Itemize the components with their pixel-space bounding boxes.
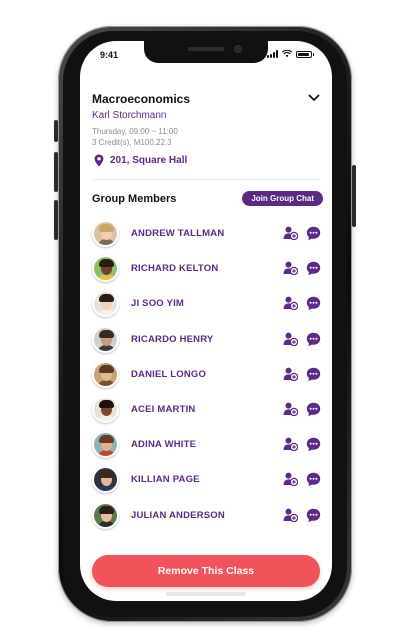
add-member-icon[interactable] — [283, 226, 299, 241]
member-name[interactable]: KILLIAN PAGE — [131, 474, 200, 485]
chat-bubble-icon[interactable] — [306, 508, 321, 523]
member-name[interactable]: ANDREW TALLMAN — [131, 228, 224, 239]
course-title: Macroeconomics — [92, 92, 191, 106]
member-name[interactable]: DANIEL LONGO — [131, 369, 206, 380]
speaker — [188, 47, 224, 51]
add-member-icon[interactable] — [283, 296, 299, 311]
member-row[interactable]: RICARDO HENRY — [80, 322, 332, 357]
member-name[interactable]: ACEI MARTIN — [131, 404, 195, 415]
member-avatar[interactable] — [92, 290, 119, 318]
status-time: 9:41 — [100, 50, 119, 60]
add-member-icon[interactable] — [283, 332, 299, 346]
side-button-right — [352, 165, 356, 227]
chat-bubble-icon[interactable] — [306, 367, 321, 382]
add-member-icon[interactable] — [283, 472, 299, 487]
member-avatar[interactable] — [92, 466, 119, 494]
member-avatar[interactable] — [92, 501, 119, 529]
chat-bubble-icon[interactable] — [306, 437, 321, 452]
chat-bubble-icon[interactable] — [306, 296, 321, 311]
location-text: 201, Square Hall — [110, 155, 188, 166]
add-member-icon[interactable] — [283, 402, 299, 417]
camera — [235, 46, 241, 52]
member-row[interactable]: ANDREW TALLMAN — [80, 216, 332, 251]
side-button-left — [54, 152, 58, 192]
member-row[interactable]: ACEI MARTIN — [80, 392, 332, 427]
member-avatar[interactable] — [92, 360, 119, 388]
member-row[interactable]: RICHARD KELTON — [80, 251, 332, 286]
member-name[interactable]: ADINA WHITE — [131, 439, 196, 450]
member-avatar[interactable] — [92, 255, 119, 283]
notch — [144, 41, 268, 63]
add-member-icon[interactable] — [283, 261, 299, 276]
side-button-left — [54, 200, 58, 240]
chevron-down-icon[interactable] — [308, 94, 320, 102]
member-name[interactable]: JI SOO YIM — [131, 298, 184, 309]
signal-icon — [267, 50, 278, 58]
course-schedule: Thursday, 09:00 ~ 11:00 3 Credit(s), M10… — [92, 126, 178, 148]
app-screen: 9:41 Macroeconomics Karl Storchmann Thur… — [80, 41, 332, 601]
add-member-icon[interactable] — [283, 437, 299, 452]
side-button-left — [54, 120, 58, 142]
chat-bubble-icon[interactable] — [306, 261, 321, 276]
member-avatar[interactable] — [92, 395, 119, 423]
course-location[interactable]: 201, Square Hall — [94, 154, 187, 167]
battery-icon — [296, 50, 314, 58]
member-row[interactable]: JI SOO YIM — [80, 286, 332, 321]
chat-bubble-icon[interactable] — [306, 226, 321, 241]
member-avatar[interactable] — [92, 220, 119, 247]
member-row[interactable]: ADINA WHITE — [80, 427, 332, 462]
remove-class-button[interactable]: Remove This Class — [92, 555, 320, 587]
member-name[interactable]: JULIAN ANDERSON — [131, 510, 225, 521]
chat-bubble-icon[interactable] — [306, 402, 321, 417]
member-row[interactable]: KILLIAN PAGE — [80, 462, 332, 497]
member-avatar[interactable] — [92, 325, 119, 353]
member-name[interactable]: RICARDO HENRY — [131, 334, 213, 345]
schedule-credits: 3 Credit(s), M100.22.3 — [92, 138, 172, 147]
status-icons — [267, 50, 314, 58]
member-row[interactable]: JULIAN ANDERSON — [80, 498, 332, 533]
member-name[interactable]: RICHARD KELTON — [131, 263, 218, 274]
member-list: ANDREW TALLMAN RICHARD KELTON JI SOO YIM RI… — [80, 216, 332, 533]
location-pin-icon — [94, 154, 104, 167]
schedule-time: Thursday, 09:00 ~ 11:00 — [92, 127, 178, 136]
wifi-icon — [282, 50, 292, 58]
divider — [92, 179, 320, 180]
instructor-name[interactable]: Karl Storchmann — [92, 110, 166, 121]
add-member-icon[interactable] — [283, 508, 299, 522]
add-member-icon[interactable] — [283, 367, 299, 381]
join-group-chat-button[interactable]: Join Group Chat — [242, 191, 323, 206]
chat-bubble-icon[interactable] — [306, 472, 321, 487]
chat-bubble-icon[interactable] — [306, 332, 321, 347]
member-avatar[interactable] — [92, 431, 119, 459]
home-indicator — [166, 592, 246, 596]
group-members-title: Group Members — [92, 193, 177, 205]
member-row[interactable]: DANIEL LONGO — [80, 357, 332, 392]
